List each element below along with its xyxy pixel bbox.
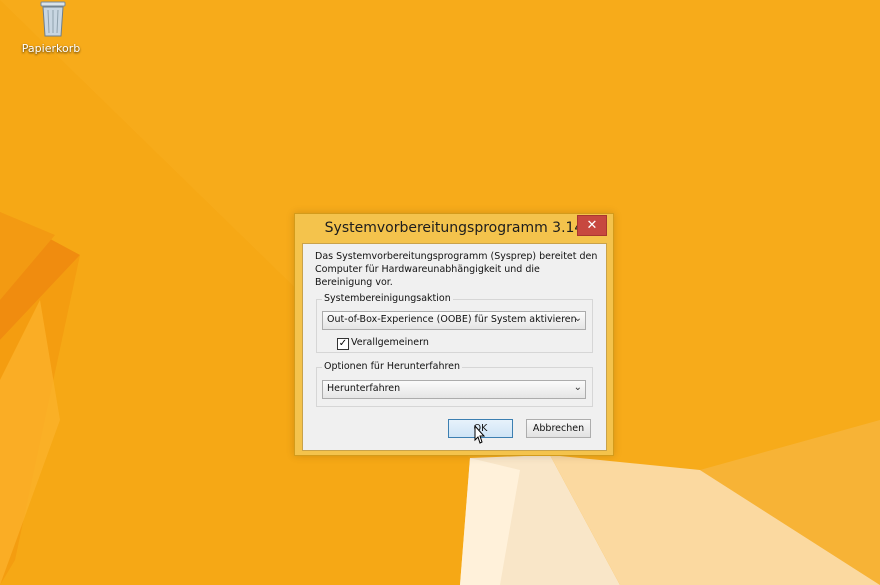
mouse-pointer-icon: [474, 425, 486, 444]
cleanup-action-label: Systembereinigungsaktion: [322, 293, 453, 304]
shutdown-options-group: Optionen für Herunterfahren Herunterfahr…: [316, 361, 593, 407]
dialog-client-area: Das Systemvorbereitungsprogramm (Sysprep…: [302, 243, 607, 451]
sysprep-dialog: Systemvorbereitungsprogramm 3.14 ✕ Das S…: [294, 213, 614, 456]
chevron-down-icon: ⌄: [573, 382, 582, 393]
shutdown-options-label: Optionen für Herunterfahren: [322, 361, 463, 372]
recycle-bin-label: Papierkorb: [21, 42, 81, 55]
close-icon: ✕: [586, 218, 598, 233]
check-icon: ✓: [337, 338, 349, 350]
close-button[interactable]: ✕: [577, 215, 607, 236]
dialog-titlebar[interactable]: Systemvorbereitungsprogramm 3.14 ✕: [295, 214, 613, 242]
shutdown-options-select[interactable]: Herunterfahren ⌄: [322, 380, 586, 399]
shutdown-options-value: Herunterfahren: [327, 383, 401, 394]
recycle-bin-icon: [40, 1, 66, 37]
cleanup-action-value: Out-of-Box-Experience (OOBE) für System …: [327, 314, 577, 325]
cleanup-action-group: Systembereinigungsaktion Out-of-Box-Expe…: [316, 293, 593, 353]
cleanup-action-select[interactable]: Out-of-Box-Experience (OOBE) für System …: [322, 311, 586, 330]
dialog-title: Systemvorbereitungsprogramm 3.14: [324, 220, 584, 236]
cancel-button[interactable]: Abbrechen: [526, 419, 591, 438]
generalize-label: Verallgemeinern: [351, 337, 429, 348]
dialog-description: Das Systemvorbereitungsprogramm (Sysprep…: [315, 251, 598, 288]
recycle-bin[interactable]: Papierkorb: [18, 0, 84, 60]
chevron-down-icon: ⌄: [573, 313, 582, 324]
